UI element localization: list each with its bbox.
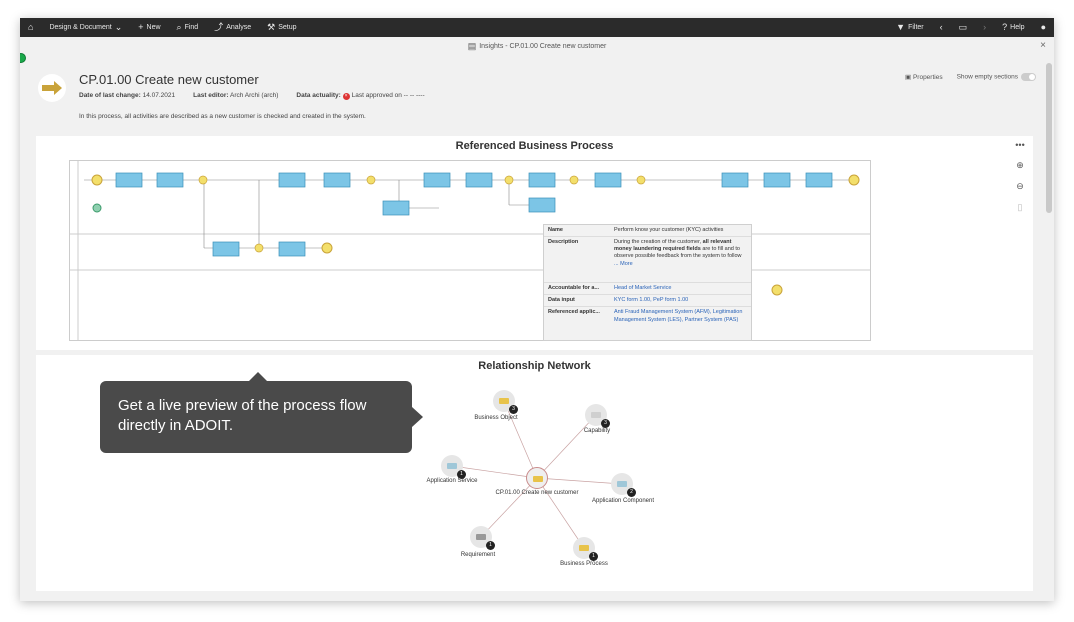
node-count-badge: 3 <box>601 419 610 428</box>
network-node-business-process[interactable]: 1 <box>573 537 598 561</box>
business-process-icon <box>579 545 589 551</box>
network-center-label: CP.01.00 Create new customer <box>495 490 579 496</box>
vertical-scrollbar[interactable] <box>1046 63 1052 213</box>
business-object-icon <box>499 398 509 404</box>
network-node-application-component[interactable]: 2 <box>611 473 636 497</box>
network-node-capability[interactable]: 3 <box>585 404 610 428</box>
network-node-application-service[interactable]: 1 <box>441 455 466 479</box>
application-component-icon <box>617 481 627 487</box>
network-node-label: Business Process <box>560 561 608 567</box>
network-center-node[interactable] <box>526 467 548 489</box>
app-window: ⌂ Design & Document ⌄ + New ⌕ Find ⤴ Analyse… <box>20 18 1054 601</box>
node-count-badge: 2 <box>627 488 636 497</box>
business-process-icon <box>533 476 543 482</box>
network-node-label: Application Service <box>426 478 478 484</box>
network-node-label: Business Object <box>474 415 518 421</box>
application-service-icon <box>447 463 457 469</box>
node-count-badge: 3 <box>509 405 518 414</box>
network-node-requirement[interactable]: 1 <box>470 526 495 550</box>
network-node-label: Requirement <box>460 552 496 558</box>
node-count-badge: 1 <box>486 541 495 550</box>
node-count-badge: 1 <box>589 552 598 561</box>
promo-tooltip: Get a live preview of the process flow d… <box>100 372 423 453</box>
capability-icon <box>591 412 601 418</box>
network-edges <box>451 400 623 549</box>
network-node-business-object[interactable]: 3 <box>493 390 518 414</box>
requirement-icon <box>476 534 486 540</box>
network-node-label: Capability <box>583 428 611 434</box>
network-node-label: Application Component <box>591 498 655 504</box>
